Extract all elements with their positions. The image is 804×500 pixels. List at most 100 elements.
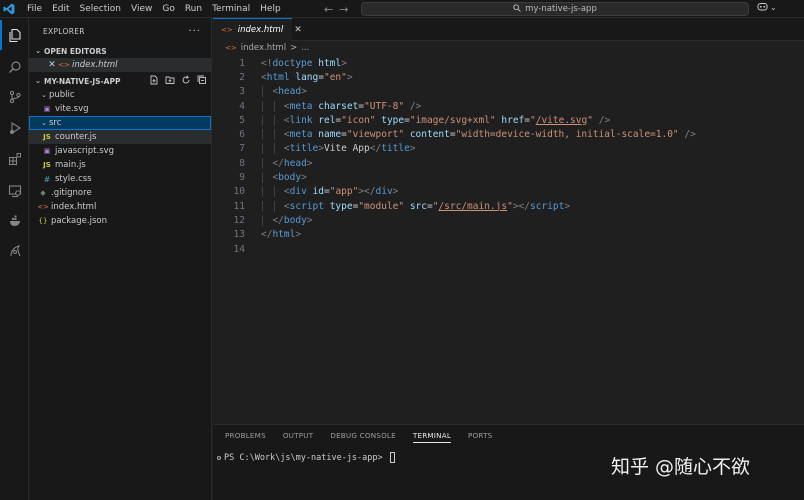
panel-tabs: PROBLEMS OUTPUT DEBUG CONSOLE TERMINAL P… xyxy=(213,425,804,447)
navigation-arrows: ← → xyxy=(324,0,348,18)
open-editor-item[interactable]: ✕ <> index.html xyxy=(29,58,211,72)
tree-label: public xyxy=(49,90,75,100)
breadcrumb-file[interactable]: index.html xyxy=(241,43,286,53)
breadcrumb-separator: > xyxy=(290,43,298,53)
extensions-icon[interactable] xyxy=(0,144,29,174)
code-text: <!doctype html> xyxy=(261,57,347,69)
css-file-icon: # xyxy=(43,174,51,184)
project-section[interactable]: ⌄ MY-NATIVE-JS-APP xyxy=(29,74,211,88)
code-text: </html> xyxy=(261,229,302,241)
run-debug-icon[interactable] xyxy=(0,113,29,143)
tree-file-main-js[interactable]: JS main.js xyxy=(29,158,211,172)
docker-icon[interactable] xyxy=(0,206,29,236)
line-number: 12 xyxy=(233,214,245,226)
html-file-icon: <> xyxy=(221,26,233,34)
git-file-icon: ◆ xyxy=(40,189,46,197)
tab-debug-console[interactable]: DEBUG CONSOLE xyxy=(330,425,396,447)
menu-edit[interactable]: Edit xyxy=(47,0,74,18)
close-icon[interactable]: ✕ xyxy=(46,60,58,70)
code-line: 11 <script type="module" src="/src/main.… xyxy=(213,199,804,213)
menu-bar: File Edit Selection View Go Run Terminal… xyxy=(22,0,286,18)
editor-tabs: <> index.html ✕ xyxy=(213,18,804,41)
command-center-search[interactable]: my-native-js-app xyxy=(361,2,749,16)
remote-explorer-icon[interactable] xyxy=(0,176,29,206)
tree-folder-public[interactable]: ⌄ public xyxy=(29,88,211,102)
menu-file[interactable]: File xyxy=(22,0,47,18)
json-file-icon: {} xyxy=(38,217,48,225)
search-icon[interactable] xyxy=(0,52,29,82)
tree-label: .gitignore xyxy=(51,188,92,198)
chevron-down-icon: ⌄ xyxy=(35,77,41,85)
line-number: 7 xyxy=(239,143,245,155)
html-file-icon: <> xyxy=(58,61,70,69)
line-number: 14 xyxy=(233,243,245,255)
open-editor-label: index.html xyxy=(72,60,118,70)
breadcrumb-more[interactable]: ... xyxy=(301,43,309,53)
tab-index-html[interactable]: <> index.html ✕ xyxy=(213,18,302,41)
tree-file-index-html[interactable]: <> index.html xyxy=(29,200,211,214)
tree-file-counter-js[interactable]: JS counter.js xyxy=(29,130,211,144)
menu-view[interactable]: View xyxy=(126,0,157,18)
menu-run[interactable]: Run xyxy=(180,0,207,18)
explorer-title: EXPLORER xyxy=(43,26,85,36)
code-text: </body> xyxy=(261,214,313,226)
more-actions-icon[interactable]: ··· xyxy=(188,26,201,37)
refresh-icon[interactable] xyxy=(181,75,191,88)
line-number: 8 xyxy=(239,157,245,169)
tree-file-gitignore[interactable]: ◆ .gitignore xyxy=(29,186,211,200)
menu-help[interactable]: Help xyxy=(255,0,286,18)
tree-file-style-css[interactable]: # style.css xyxy=(29,172,211,186)
code-line: 7 <title>Vite App</title> xyxy=(213,142,804,156)
code-line: 10 <div id="app"></div> xyxy=(213,185,804,199)
tree-label: src xyxy=(49,118,62,128)
tab-label: index.html xyxy=(237,25,284,35)
new-folder-icon[interactable] xyxy=(165,75,175,88)
tree-label: javascript.svg xyxy=(55,146,115,156)
tab-ports[interactable]: PORTS xyxy=(468,425,492,447)
open-editors-section[interactable]: ⌄ OPEN EDITORS xyxy=(29,44,211,58)
close-icon[interactable]: ✕ xyxy=(294,25,302,35)
code-line: 1 <!doctype html> xyxy=(213,56,804,70)
explorer-header: EXPLORER ··· xyxy=(29,18,211,44)
source-control-icon[interactable] xyxy=(0,82,29,112)
terminal-prompt: PS C:\Work\js\my-native-js-app> xyxy=(224,452,388,463)
explorer-sidebar: EXPLORER ··· ⌄ OPEN EDITORS ✕ <> index.h… xyxy=(29,18,212,500)
tree-file-javascript-svg[interactable]: ▣ javascript.svg xyxy=(29,144,211,158)
collapse-all-icon[interactable] xyxy=(197,75,207,88)
copilot-button[interactable]: ⌄ xyxy=(757,2,777,13)
code-editor[interactable]: 1 <!doctype html> 2 <html lang="en"> 3 <he… xyxy=(213,56,804,256)
menu-go[interactable]: Go xyxy=(157,0,179,18)
code-text: <div id="app"></div> xyxy=(261,186,398,198)
menu-selection[interactable]: Selection xyxy=(75,0,126,18)
tree-folder-src[interactable]: ⌄ src xyxy=(29,116,211,130)
tree-file-package-json[interactable]: {} package.json xyxy=(29,214,211,228)
code-text: <meta charset="UTF-8" /> xyxy=(261,100,421,112)
vscode-logo-icon[interactable] xyxy=(0,0,18,18)
tree-label: package.json xyxy=(51,216,107,226)
account-icon[interactable] xyxy=(0,236,29,266)
tree-label: counter.js xyxy=(55,132,97,142)
code-text: <title>Vite App</title> xyxy=(261,143,416,155)
tab-problems[interactable]: PROBLEMS xyxy=(225,425,266,447)
tree-file-vite-svg[interactable]: ▣ vite.svg xyxy=(29,102,211,116)
code-text: <script type="module" src="/src/main.js"… xyxy=(261,200,570,212)
chevron-down-icon: ⌄ xyxy=(35,47,41,55)
line-number: 10 xyxy=(233,186,245,198)
project-label: MY-NATIVE-JS-APP xyxy=(44,76,121,86)
menu-terminal[interactable]: Terminal xyxy=(207,0,255,18)
new-file-icon[interactable] xyxy=(149,75,159,88)
terminal-status-icon xyxy=(217,455,221,460)
search-icon xyxy=(513,3,521,15)
tab-output[interactable]: OUTPUT xyxy=(283,425,314,447)
explorer-actions xyxy=(149,74,207,88)
code-line: 13 </html> xyxy=(213,228,804,242)
code-text: <html lang="en"> xyxy=(261,71,353,83)
copilot-icon xyxy=(757,2,768,13)
terminal-cursor xyxy=(389,452,395,463)
tree-label: style.css xyxy=(55,174,92,184)
code-text: <head> xyxy=(261,86,307,98)
tab-terminal[interactable]: TERMINAL xyxy=(412,425,452,447)
forward-arrow-icon[interactable]: → xyxy=(339,3,348,16)
explorer-icon[interactable] xyxy=(0,20,29,50)
back-arrow-icon[interactable]: ← xyxy=(324,3,333,16)
